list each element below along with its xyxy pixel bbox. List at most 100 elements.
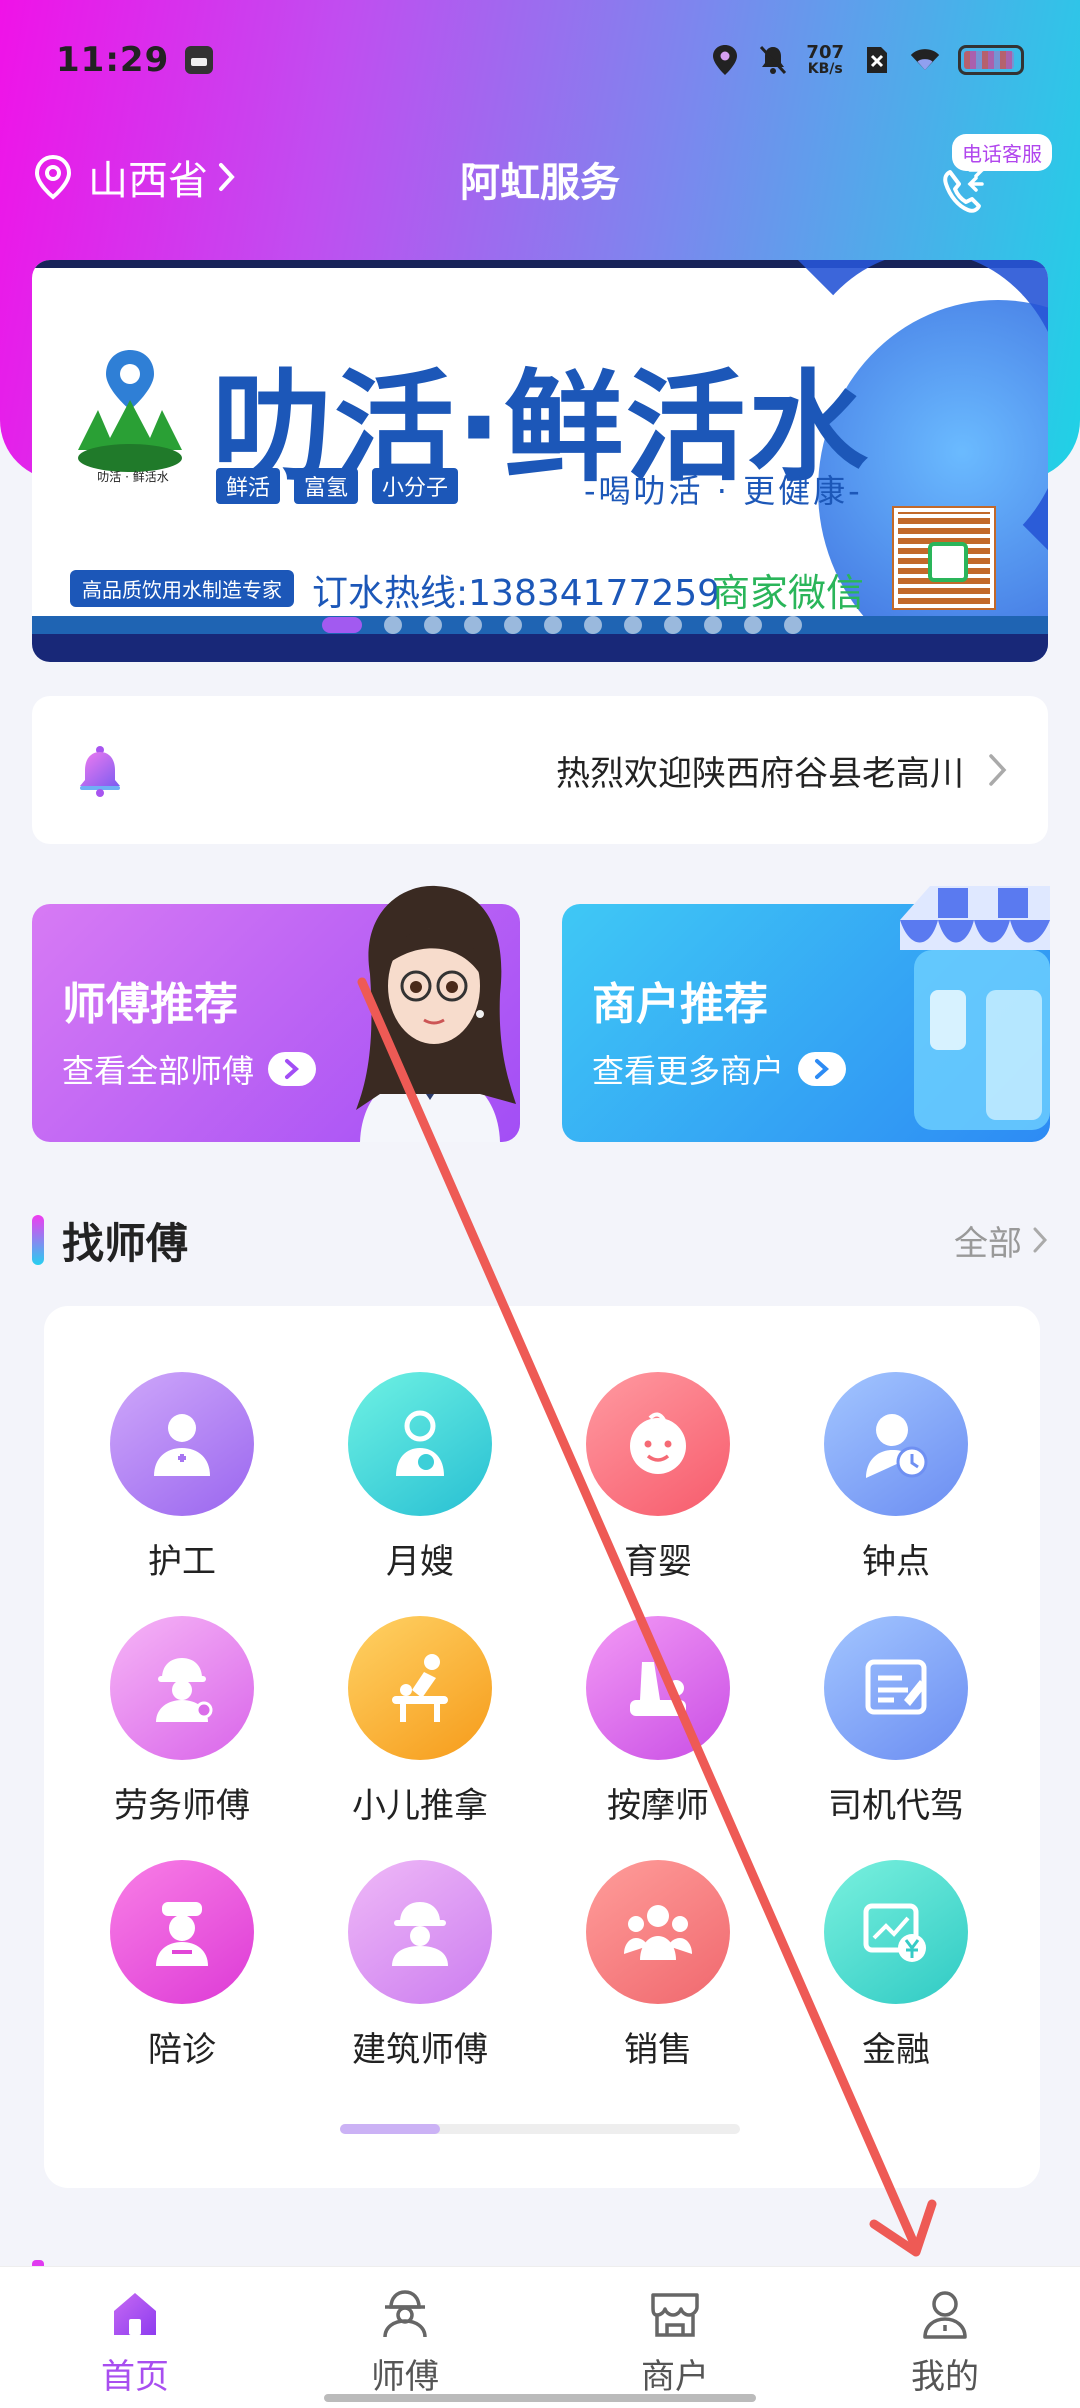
service-label: 按摩师 <box>607 1786 709 1826</box>
service-label: 金融 <box>862 2030 930 2070</box>
service-item-massage[interactable]: 按摩师 <box>558 1616 758 1836</box>
brand-logo-icon <box>78 350 182 472</box>
home-icon <box>114 2293 156 2335</box>
master-icon <box>383 2290 427 2338</box>
view-all-label: 全部 <box>954 1223 1022 1264</box>
carousel-dot[interactable] <box>624 616 642 634</box>
store-icon <box>651 2293 699 2337</box>
service-item-baby-care[interactable]: 育婴 <box>558 1372 758 1592</box>
tab-profile[interactable]: 我的 <box>810 2267 1080 2408</box>
carousel-dots[interactable] <box>322 616 802 634</box>
master-recommend-link[interactable]: 查看全部师傅 <box>62 1046 317 1092</box>
tab-home[interactable]: 首页 <box>0 2267 270 2408</box>
service-label: 建筑师傅 <box>352 2030 488 2070</box>
arrow-right-icon <box>798 1052 847 1086</box>
service-item-sales[interactable]: 销售 <box>558 1860 758 2080</box>
banner-slogan: -喝叻活 · 更健康- <box>584 472 863 510</box>
merchant-recommend-card[interactable]: 商户推荐 查看更多商户 <box>562 886 1050 1142</box>
merchant-recommend-title: 商户推荐 <box>592 979 768 1030</box>
carousel-dot-active[interactable] <box>322 617 362 633</box>
brand-logo-text: 叻活 · 鲜活水 <box>97 470 169 484</box>
service-item-builder[interactable]: 建筑师傅 <box>320 1860 520 2080</box>
service-label: 护工 <box>148 1542 216 1582</box>
wifi-icon <box>910 44 940 76</box>
find-master-section-header: 找师傅 全部 <box>32 1212 1048 1268</box>
hourly-worker-icon <box>824 1372 968 1516</box>
battery-icon <box>958 45 1024 75</box>
top-nav: 山西省 阿虹服务 电话客服 <box>0 130 1080 230</box>
tab-merchant[interactable]: 商户 <box>540 2267 810 2408</box>
banner-hotline: 订水热线:13834177259 <box>312 573 721 614</box>
maternity-icon <box>348 1372 492 1516</box>
master-recommend-card[interactable]: 师傅推荐 查看全部师傅 <box>32 885 520 1142</box>
promo-banner[interactable]: 叻活 · 鲜活水 叻活·鲜活水 鲜活 富氢 小分子 -喝叻活 · 更健康- 高品… <box>32 260 1048 662</box>
master-recommend-title: 师傅推荐 <box>62 979 238 1030</box>
bell-icon <box>80 746 120 797</box>
service-label: 陪诊 <box>148 2030 216 2070</box>
carousel-dot[interactable] <box>544 616 562 634</box>
carousel-dot[interactable] <box>464 616 482 634</box>
banner-tag: 小分子 <box>372 468 459 504</box>
page-title: 阿虹服务 <box>460 160 620 206</box>
child-massage-icon <box>348 1616 492 1760</box>
master-recommend-sub: 查看全部师傅 <box>62 1052 255 1090</box>
service-label: 育婴 <box>624 1542 692 1582</box>
service-label: 月嫂 <box>386 1542 454 1582</box>
service-label: 钟点 <box>862 1542 930 1582</box>
chevron-right-icon <box>989 754 1007 786</box>
phone-transfer-icon <box>943 164 985 213</box>
carousel-dot[interactable] <box>664 616 682 634</box>
chevron-right-icon <box>1033 1227 1048 1253</box>
tab-label: 师傅 <box>371 2357 439 2397</box>
service-item-maternity[interactable]: 月嫂 <box>320 1372 520 1592</box>
tab-label: 首页 <box>101 2357 169 2397</box>
arrow-right-icon <box>268 1052 317 1086</box>
status-bar: 11:29 707 KB/s <box>0 0 1080 120</box>
notice-bar[interactable]: 热烈欢迎陕西府谷县老高川 <box>32 696 1048 844</box>
service-item-escort[interactable]: 陪诊 <box>82 1860 282 2080</box>
banner-tag: 富氢 <box>294 468 359 504</box>
sales-icon <box>586 1860 730 2004</box>
service-item-finance[interactable]: 金融 <box>796 1860 996 2080</box>
net-speed-value: 707 <box>806 42 844 63</box>
no-sim-icon <box>862 44 892 76</box>
master-avatar-illustration <box>356 885 516 1142</box>
carousel-dot[interactable] <box>784 616 802 634</box>
tab-label: 商户 <box>641 2357 709 2397</box>
network-speed: 707 KB/s <box>806 42 844 77</box>
section-accent-bar <box>32 1215 44 1265</box>
service-item-labor[interactable]: 劳务师傅 <box>82 1616 282 1836</box>
massage-icon <box>586 1616 730 1760</box>
merchant-recommend-link[interactable]: 查看更多商户 <box>592 1046 847 1092</box>
qr-code-icon <box>892 506 996 610</box>
bottom-tab-bar: 首页 师傅 商户 我的 <box>0 2266 1080 2408</box>
service-label: 销售 <box>624 2030 692 2070</box>
carousel-dot[interactable] <box>584 616 602 634</box>
carousel-dot[interactable] <box>504 616 522 634</box>
section-title: 找师傅 <box>62 1218 189 1268</box>
carousel-dot[interactable] <box>744 616 762 634</box>
builder-icon <box>348 1860 492 2004</box>
shop-illustration <box>900 886 1050 1130</box>
carousel-dot[interactable] <box>384 616 402 634</box>
net-speed-unit: KB/s <box>807 61 843 77</box>
profile-icon <box>923 2291 967 2339</box>
phone-service-button[interactable]: 电话客服 <box>932 134 1052 224</box>
notice-text: 热烈欢迎陕西府谷县老高川 <box>556 753 964 794</box>
service-item-driver[interactable]: 司机代驾 <box>796 1616 996 1836</box>
mute-bell-icon <box>758 44 788 76</box>
escort-icon <box>110 1860 254 2004</box>
service-label: 劳务师傅 <box>114 1786 250 1826</box>
home-indicator[interactable] <box>324 2394 756 2402</box>
location-status-icon <box>710 44 740 76</box>
service-item-child-massage[interactable]: 小儿推拿 <box>320 1616 520 1836</box>
status-time: 11:29 <box>56 40 170 80</box>
tab-master[interactable]: 师傅 <box>270 2267 540 2408</box>
finance-icon <box>824 1860 968 2004</box>
carousel-dot[interactable] <box>704 616 722 634</box>
carousel-dot[interactable] <box>424 616 442 634</box>
service-item-hourly[interactable]: 钟点 <box>796 1372 996 1592</box>
view-all-link[interactable]: 全部 <box>954 1216 1048 1265</box>
banner-tags: 鲜活 富氢 小分子 <box>216 468 459 504</box>
service-item-nurse[interactable]: 护工 <box>82 1372 282 1592</box>
